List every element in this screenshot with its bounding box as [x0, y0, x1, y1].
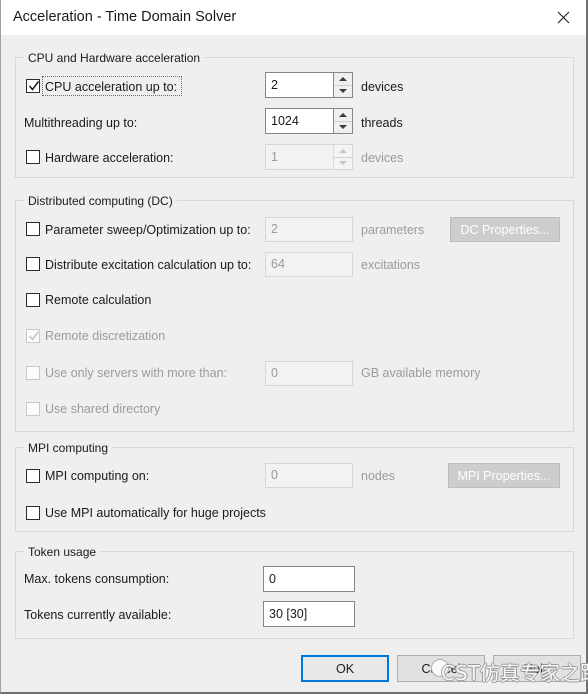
group-legend-token-usage: Token usage — [24, 545, 101, 559]
checkbox-mpi-computing-on[interactable] — [26, 469, 40, 483]
cancel-button[interactable]: Cancel — [397, 655, 485, 682]
input-mpi-nodes: 0 — [265, 463, 353, 488]
label-remote-discretization: Remote discretization — [45, 329, 166, 343]
checkbox-hardware-acceleration[interactable] — [26, 150, 40, 164]
label-use-mpi-automatically: Use MPI automatically for huge projects — [45, 506, 266, 520]
checkbox-cpu-acceleration[interactable] — [26, 79, 40, 93]
input-excitation-count: 64 — [265, 252, 353, 277]
label-cpu-acceleration: CPU acceleration up to: — [45, 80, 178, 94]
checkbox-remote-discretization[interactable] — [26, 329, 40, 343]
label-distribute-excitation: Distribute excitation calculation up to: — [45, 258, 252, 272]
input-hardware-devices: 1 — [265, 144, 353, 170]
group-legend-mpi: MPI computing — [24, 441, 113, 455]
label-mpi-computing-on: MPI computing on: — [45, 469, 150, 483]
checkbox-use-shared-directory[interactable] — [26, 402, 40, 416]
check-icon — [28, 331, 40, 341]
group-legend-cpu: CPU and Hardware acceleration — [24, 51, 205, 65]
acceleration-dialog: Acceleration - Time Domain Solver CPU an… — [0, 0, 588, 694]
spinner-up-multithreading[interactable] — [334, 109, 352, 122]
input-multithreading-threads[interactable]: 1024 — [265, 108, 353, 134]
checkbox-remote-calculation[interactable] — [26, 293, 40, 307]
dc-properties-button[interactable]: DC Properties... — [450, 217, 560, 242]
input-cpu-devices[interactable]: 2 — [265, 72, 353, 98]
spinner-hardware-devices — [333, 145, 352, 169]
input-server-memory: 0 — [265, 361, 353, 386]
input-tokens-currently-available[interactable]: 30 [30] — [263, 601, 355, 627]
unit-multithreading-threads: threads — [361, 116, 403, 130]
label-hardware-acceleration: Hardware acceleration: — [45, 151, 174, 165]
spinner-down-hardware-devices — [334, 158, 352, 170]
spinner-cpu-devices[interactable] — [333, 73, 352, 97]
ok-button[interactable]: OK — [301, 655, 389, 682]
label-multithreading: Multithreading up to: — [24, 116, 138, 130]
checkbox-distribute-excitation[interactable] — [26, 257, 40, 271]
close-icon[interactable] — [540, 0, 586, 34]
checkbox-parameter-sweep[interactable] — [26, 222, 40, 236]
unit-parameters: parameters — [361, 223, 425, 237]
label-max-tokens-consumption: Max. tokens consumption: — [24, 572, 170, 586]
checkbox-use-mpi-automatically[interactable] — [26, 506, 40, 520]
label-use-only-servers: Use only servers with more than: — [45, 366, 228, 380]
spinner-up-cpu-devices[interactable] — [334, 73, 352, 86]
label-tokens-currently-available: Tokens currently available: — [24, 608, 172, 622]
label-use-shared-directory: Use shared directory — [45, 402, 161, 416]
help-button[interactable]: Help — [493, 655, 581, 682]
check-icon — [28, 81, 40, 91]
spinner-up-hardware-devices — [334, 145, 352, 158]
input-max-tokens-consumption[interactable]: 0 — [263, 566, 355, 592]
label-parameter-sweep: Parameter sweep/Optimization up to: — [45, 223, 251, 237]
spinner-multithreading[interactable] — [333, 109, 352, 133]
unit-hardware-devices: devices — [361, 151, 404, 165]
title-bar: Acceleration - Time Domain Solver — [1, 0, 586, 35]
spinner-down-cpu-devices[interactable] — [334, 86, 352, 98]
unit-excitations: excitations — [361, 258, 421, 272]
unit-cpu-devices: devices — [361, 80, 404, 94]
checkbox-use-only-servers[interactable] — [26, 366, 40, 380]
input-parameter-sweep-count: 2 — [265, 217, 353, 242]
unit-nodes: nodes — [361, 469, 396, 483]
unit-gb-available-memory: GB available memory — [361, 366, 481, 380]
label-remote-calculation: Remote calculation — [45, 293, 152, 307]
window-title: Acceleration - Time Domain Solver — [13, 9, 237, 25]
spinner-down-multithreading[interactable] — [334, 122, 352, 134]
mpi-properties-button[interactable]: MPI Properties... — [448, 463, 560, 488]
group-legend-dc: Distributed computing (DC) — [24, 194, 177, 208]
